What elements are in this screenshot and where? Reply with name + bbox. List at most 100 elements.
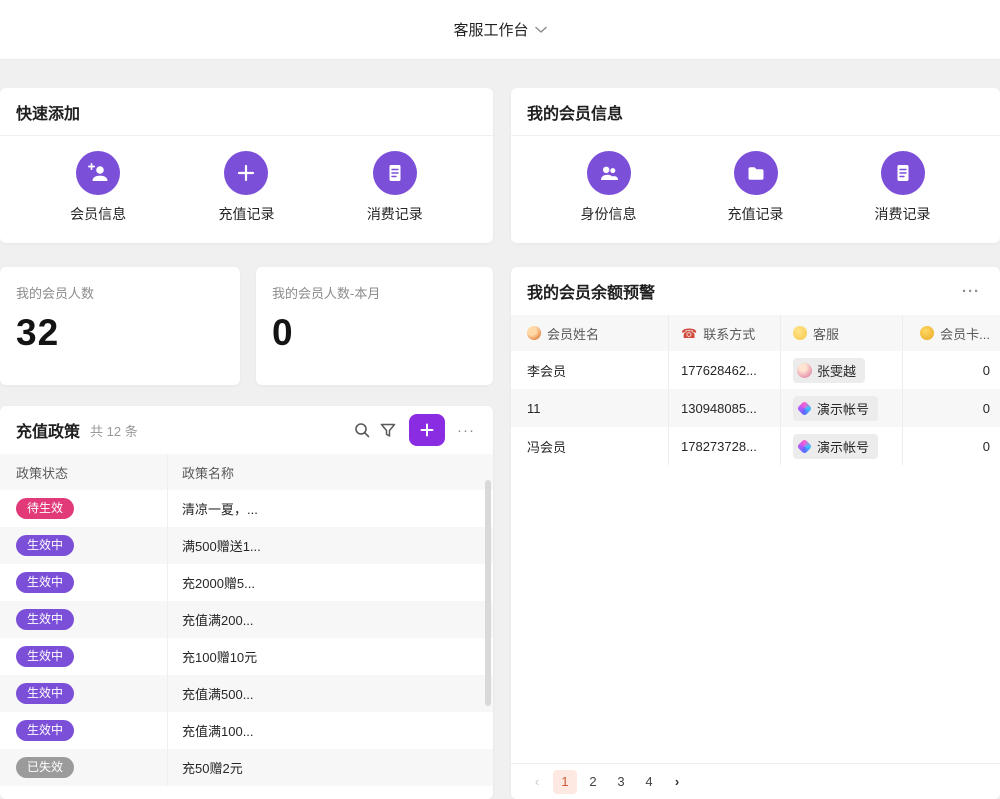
- policy-name: 满500赠送1...: [168, 536, 493, 555]
- member-service: 演示帐号: [781, 389, 903, 427]
- vertical-scrollbar[interactable]: [485, 480, 491, 706]
- column-label: 会员姓名: [547, 324, 599, 343]
- member-service: 张雯越: [781, 351, 903, 389]
- action-label: 会员信息: [70, 204, 126, 224]
- member-card-value: 0: [903, 427, 1000, 465]
- service-pill: 张雯越: [793, 358, 865, 383]
- more-icon[interactable]: ···: [958, 283, 984, 300]
- member-info-card: 我的会员信息 身份信息 充值记录: [511, 88, 1000, 243]
- stat-card-member-count: 我的会员人数 32: [0, 267, 240, 385]
- member-identity-info[interactable]: 身份信息: [581, 151, 637, 224]
- balance-warning-card: 我的会员余额预警 ··· 会员姓名 ☎ 联系方式 客服 会员卡... 李会员 1…: [511, 267, 1000, 799]
- stat-label: 我的会员人数: [16, 283, 224, 302]
- balance-card-header: 我的会员余额预警 ···: [511, 267, 1000, 315]
- balance-table-body: 李会员 177628462... 张雯越 0 11 130948085... 演…: [511, 351, 1000, 465]
- member-row[interactable]: 冯会员 178273728... 演示帐号 0: [511, 427, 1000, 465]
- action-label: 消费记录: [875, 204, 931, 224]
- avatar: [797, 363, 812, 378]
- member-contact: 178273728...: [669, 427, 781, 465]
- quick-add-consume-record[interactable]: 消费记录: [367, 151, 423, 224]
- people-icon: [587, 151, 631, 195]
- member-row[interactable]: 11 130948085... 演示帐号 0: [511, 389, 1000, 427]
- stat-value: 32: [16, 312, 224, 354]
- policy-row[interactable]: 生效中 充100赠10元: [0, 638, 493, 675]
- column-header-service: 客服: [781, 315, 903, 351]
- add-policy-button[interactable]: [409, 414, 445, 446]
- workspace-title[interactable]: 客服工作台: [453, 19, 528, 40]
- policy-row[interactable]: 待生效 清凉一夏，...: [0, 490, 493, 527]
- policy-title: 充值政策: [16, 418, 80, 442]
- service-pill: 演示帐号: [793, 434, 878, 459]
- member-card-value: 0: [903, 389, 1000, 427]
- action-label: 充值记录: [728, 204, 784, 224]
- page-button-4[interactable]: 4: [637, 770, 661, 794]
- search-icon[interactable]: [349, 417, 375, 443]
- prev-page-button[interactable]: ‹: [525, 770, 549, 794]
- balance-title: 我的会员余额预警: [527, 279, 655, 303]
- policy-row[interactable]: 生效中 满500赠送1...: [0, 527, 493, 564]
- page-button-2[interactable]: 2: [581, 770, 605, 794]
- member-service: 演示帐号: [781, 427, 903, 465]
- receipt-icon: [373, 151, 417, 195]
- member-row[interactable]: 李会员 177628462... 张雯越 0: [511, 351, 1000, 389]
- status-badge: 生效中: [16, 683, 74, 704]
- service-name: 演示帐号: [817, 399, 869, 418]
- member-card-value: 0: [903, 351, 1000, 389]
- quick-add-member-info[interactable]: 会员信息: [70, 151, 126, 224]
- stat-label: 我的会员人数-本月: [272, 283, 477, 302]
- status-badge: 生效中: [16, 535, 74, 556]
- pagination: ‹ 1 2 3 4 ›: [511, 763, 1000, 799]
- quick-add-title: 快速添加: [0, 88, 493, 136]
- service-name: 演示帐号: [817, 437, 869, 456]
- member-recharge-record[interactable]: 充值记录: [728, 151, 784, 224]
- smile-face-icon: [793, 326, 807, 340]
- avatar: [797, 400, 813, 416]
- column-label: 会员卡...: [940, 324, 990, 343]
- policy-card-header: 充值政策 共 12 条 ···: [0, 406, 493, 454]
- policy-row[interactable]: 生效中 充值满100...: [0, 712, 493, 749]
- member-add-icon: [76, 151, 120, 195]
- policy-row[interactable]: 生效中 充2000赠5...: [0, 564, 493, 601]
- recharge-policy-card: 充值政策 共 12 条 ··· 政策状态 政策名称 待生效 清凉一夏，...: [0, 406, 493, 799]
- action-label: 身份信息: [581, 204, 637, 224]
- next-page-button[interactable]: ›: [665, 770, 689, 794]
- policy-row[interactable]: 生效中 充值满500...: [0, 675, 493, 712]
- member-info-actions: 身份信息 充值记录 消费记录: [511, 136, 1000, 224]
- policy-row[interactable]: 生效中 充值满200...: [0, 601, 493, 638]
- policy-name: 充值满200...: [168, 610, 493, 629]
- action-label: 充值记录: [218, 204, 274, 224]
- stat-value: 0: [272, 312, 477, 354]
- status-badge: 生效中: [16, 646, 74, 667]
- column-header-contact: ☎ 联系方式: [669, 315, 781, 351]
- policy-name: 充值满100...: [168, 721, 493, 740]
- policy-name: 充50赠2元: [168, 758, 493, 777]
- service-name: 张雯越: [817, 361, 856, 380]
- quick-add-card: 快速添加 会员信息 充值记录: [0, 88, 493, 243]
- avatar: [797, 438, 813, 454]
- status-badge: 生效中: [16, 609, 74, 630]
- column-header-member-card: 会员卡...: [903, 315, 1000, 351]
- balance-table-header: 会员姓名 ☎ 联系方式 客服 会员卡...: [511, 315, 1000, 351]
- folder-icon: [734, 151, 778, 195]
- phone-icon: ☎: [681, 327, 697, 340]
- member-contact: 177628462...: [669, 351, 781, 389]
- column-header-member-name: 会员姓名: [511, 315, 669, 351]
- receipt-icon: [881, 151, 925, 195]
- column-header-name: 政策名称: [168, 463, 493, 482]
- chevron-down-icon[interactable]: [535, 26, 547, 34]
- column-label: 客服: [813, 324, 839, 343]
- filter-icon[interactable]: [375, 417, 401, 443]
- quick-add-recharge-record[interactable]: 充值记录: [218, 151, 274, 224]
- member-contact: 130948085...: [669, 389, 781, 427]
- policy-count: 共 12 条: [90, 421, 349, 440]
- page-button-3[interactable]: 3: [609, 770, 633, 794]
- member-consume-record[interactable]: 消费记录: [875, 151, 931, 224]
- member-info-title: 我的会员信息: [511, 88, 1000, 136]
- status-badge: 已失效: [16, 757, 74, 778]
- action-label: 消费记录: [367, 204, 423, 224]
- policy-table-body: 待生效 清凉一夏，... 生效中 满500赠送1... 生效中 充2000赠5.…: [0, 490, 493, 786]
- page-button-1[interactable]: 1: [553, 770, 577, 794]
- policy-row[interactable]: 已失效 充50赠2元: [0, 749, 493, 786]
- money-bag-icon: [920, 326, 934, 340]
- more-icon[interactable]: ···: [453, 422, 479, 439]
